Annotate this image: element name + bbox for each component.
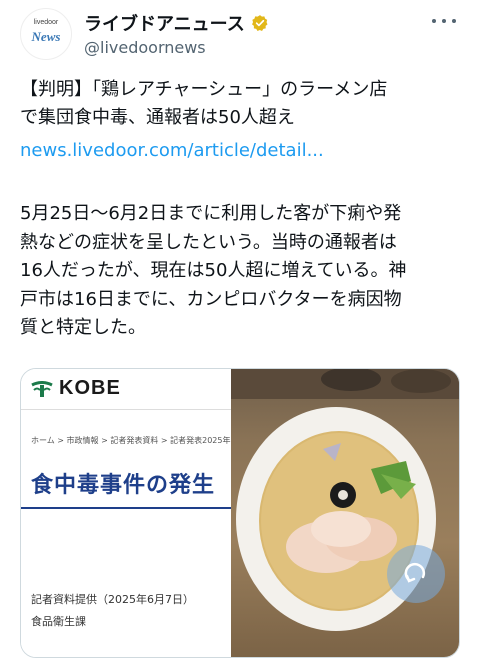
press-release-date: 記者資料提供（2025年6月7日） (31, 593, 194, 606)
kobe-header: KOBE (31, 377, 121, 400)
divider (21, 409, 231, 410)
body-line: 戸市は16日までに、カンピロバクターを病因物 (20, 288, 402, 310)
tweet-header: livedoor News ライブドアニュース @livedoornews (20, 8, 460, 64)
more-options-icon[interactable] (432, 12, 456, 30)
article-link[interactable]: news.livedoor.com/article/detail... (20, 140, 324, 161)
tweet-headline: 【判明】「鶏レアチャーシュー」のラーメン店 で集団食中毒、通報者は50人超え (20, 76, 460, 132)
play-overlay-icon[interactable] (387, 545, 445, 603)
tweet-media[interactable]: KOBE ホーム > 市政情報 > 記者発表資料 > 記者発表2025年6月 食… (20, 368, 460, 658)
body-line: 熱などの症状を呈したという。当時の通報者は (20, 231, 397, 253)
headline-line: で集団食中毒、通報者は50人超え (20, 107, 295, 128)
avatar-text-bottom: News (31, 29, 61, 44)
name-row: ライブドアニュース (84, 10, 269, 36)
heading-underline (21, 507, 231, 509)
avatar-text-top: livedoor (33, 19, 59, 26)
breadcrumb: ホーム > 市政情報 > 記者発表資料 > 記者発表2025年6月 (31, 436, 244, 445)
tweet-body: 5月25日〜6月2日までに利用した客が下痢や発 熱などの症状を呈したという。当時… (20, 200, 460, 343)
body-line: 5月25日〜6月2日までに利用した客が下痢や発 (20, 203, 402, 224)
user-handle[interactable]: @livedoornews (84, 38, 206, 57)
avatar[interactable]: livedoor News (20, 8, 72, 60)
headline-line: 【判明】「鶏レアチャーシュー」のラーメン店 (20, 79, 388, 100)
verified-badge-icon (251, 15, 268, 31)
kobe-logo-icon (31, 380, 53, 397)
display-name[interactable]: ライブドアニュース (84, 10, 245, 36)
body-line: 16人だったが、現在は50人超に増えている。神 (20, 260, 407, 281)
ramen-bowl-illustration (231, 369, 459, 631)
kobe-page-screenshot: KOBE ホーム > 市政情報 > 記者発表資料 > 記者発表2025年6月 食… (21, 369, 244, 657)
department-name: 食品衛生課 (31, 615, 86, 628)
body-line: 質と特定した。 (20, 317, 146, 338)
page-heading: 食中毒事件の発生 (31, 473, 216, 498)
kobe-logo-text: KOBE (59, 377, 121, 399)
ramen-photo (231, 369, 459, 657)
